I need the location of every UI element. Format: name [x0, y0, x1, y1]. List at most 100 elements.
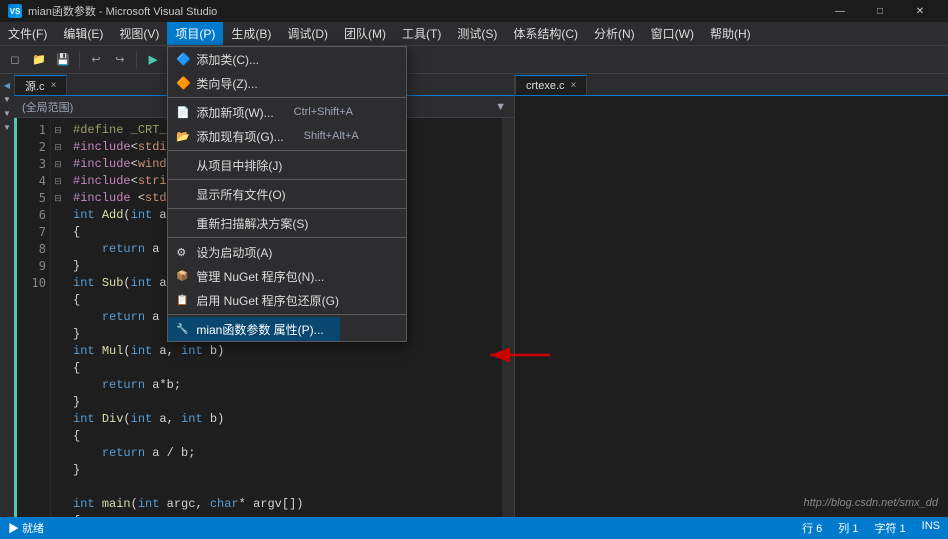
- toolbar-save[interactable]: 💾: [52, 49, 74, 71]
- menu-restore-nuget[interactable]: 📋 启用 NuGet 程序包还原(G): [168, 288, 355, 312]
- menu-view[interactable]: 视图(V): [111, 22, 167, 45]
- add-new-label: 添加新项(W)...: [196, 104, 273, 121]
- toolbar-new[interactable]: ◻: [4, 49, 26, 71]
- add-new-shortcut: Ctrl+Shift+A: [294, 106, 353, 118]
- menu-exclude[interactable]: 从项目中排除(J): [168, 153, 406, 177]
- menu-show-files[interactable]: 显示所有文件(O): [168, 182, 406, 206]
- collapse-div[interactable]: ⊟: [51, 173, 65, 190]
- collapse-sub[interactable]: ⊟: [51, 139, 65, 156]
- menu-manage-nuget[interactable]: 📦 管理 NuGet 程序包(N)...: [168, 264, 340, 288]
- sep5: [168, 237, 406, 238]
- add-class-label: 添加类(C)...: [196, 51, 259, 68]
- status-ready: ▶ 就绪: [8, 520, 44, 536]
- show-files-label: 显示所有文件(O): [196, 186, 285, 203]
- maximize-btn[interactable]: □: [860, 0, 900, 22]
- status-char: 字符 1: [874, 520, 905, 536]
- properties-icon: 🔧: [176, 324, 188, 335]
- tab-source-c[interactable]: 源.c ×: [14, 75, 67, 95]
- tab-source-close[interactable]: ×: [51, 80, 57, 91]
- sidebar-icon-3[interactable]: ▼: [0, 106, 14, 120]
- code-line-15: {: [73, 360, 494, 377]
- code-line-19: {: [73, 428, 494, 445]
- menu-window[interactable]: 窗口(W): [643, 22, 702, 45]
- tab-crtexe[interactable]: crtexe.c ×: [515, 75, 587, 95]
- code-line-14: int Mul(int a, int b): [73, 343, 494, 360]
- sep4: [168, 208, 406, 209]
- menu-edit[interactable]: 编辑(E): [55, 22, 111, 45]
- menu-add-existing[interactable]: 📂 添加现有项(G)... Shift+Alt+A: [168, 124, 374, 148]
- nuget-icon: 📦: [176, 271, 188, 282]
- code-line-18: int Div(int a, int b): [73, 411, 494, 428]
- close-btn[interactable]: ✕: [900, 0, 940, 22]
- sep-t2: [136, 51, 137, 69]
- menu-add-class[interactable]: 🔷 添加类(C)...: [168, 47, 295, 71]
- left-sidebar: ◀ ▼ ▼ ▼: [0, 74, 14, 517]
- menu-team[interactable]: 团队(M): [336, 22, 394, 45]
- sep6: [168, 314, 406, 315]
- menu-file[interactable]: 文件(F): [0, 22, 55, 45]
- status-right: 行 6 列 1 字符 1 INS: [802, 520, 940, 536]
- tab-source-label: 源.c: [25, 78, 45, 94]
- rescan-label: 重新扫描解决方案(S): [196, 215, 308, 232]
- add-existing-label: 添加现有项(G)...: [196, 128, 283, 145]
- tab-crtexe-close[interactable]: ×: [571, 80, 577, 91]
- collapse-markers: ⊟ ⊟ ⊟ ⊟: [51, 118, 65, 517]
- title-bar: VS mian函数参数 - Microsoft Visual Studio — …: [0, 0, 948, 22]
- collapse-main[interactable]: ⊟: [51, 190, 65, 207]
- class-wizard-icon: 🔶: [176, 76, 191, 90]
- screen: VS mian函数参数 - Microsoft Visual Studio — …: [0, 0, 948, 539]
- status-col: 列 1: [838, 520, 858, 536]
- toolbar-start[interactable]: ▶: [142, 49, 164, 71]
- menu-analyze[interactable]: 分析(N): [586, 22, 643, 45]
- menu-debug[interactable]: 调试(D): [279, 22, 336, 45]
- status-line: 行 6: [802, 520, 822, 536]
- class-wizard-label: 类向导(Z)...: [196, 75, 257, 92]
- toolbar-redo[interactable]: ↪: [109, 49, 131, 71]
- right-panel: crtexe.c ×: [514, 74, 948, 517]
- toolbar-row1: ◻ 📁 💾 ↩ ↪ ▶ ⏸ ■ ↷ ↘ 代码图 🔍 ≡ ⋯: [0, 46, 948, 74]
- menu-class-wizard[interactable]: 🔶 类向导(Z)...: [168, 71, 273, 95]
- set-startup-label: 设为启动项(A): [196, 244, 272, 261]
- menu-project[interactable]: 项目(P) 🔷 添加类(C)... 🔶 类向导(Z)...: [167, 22, 223, 45]
- code-line-22: [73, 479, 494, 496]
- toolbar-open[interactable]: 📁: [28, 49, 50, 71]
- exclude-label: 从项目中排除(J): [196, 157, 282, 174]
- sep3: [168, 179, 406, 180]
- project-dropdown: 🔷 添加类(C)... 🔶 类向导(Z)... 📄 添加新项(W: [167, 46, 407, 342]
- add-existing-shortcut: Shift+Alt+A: [304, 130, 359, 142]
- restore-nuget-label: 启用 NuGet 程序包还原(G): [196, 292, 339, 309]
- code-line-16: return a*b;: [73, 377, 494, 394]
- sidebar-icon-2[interactable]: ▼: [0, 92, 14, 106]
- toolbar-undo[interactable]: ↩: [85, 49, 107, 71]
- menu-build[interactable]: 生成(B): [223, 22, 279, 45]
- status-ins: INS: [922, 520, 940, 536]
- sidebar-icon-4[interactable]: ▼: [0, 120, 14, 134]
- menu-tools[interactable]: 工具(T): [394, 22, 449, 45]
- right-panel-tabs: crtexe.c ×: [515, 74, 948, 96]
- properties-label: mian函数参数 属性(P)...: [196, 321, 323, 338]
- status-bar: ▶ 就绪 行 6 列 1 字符 1 INS: [0, 517, 948, 539]
- menu-add-new-item[interactable]: 📄 添加新项(W)... Ctrl+Shift+A: [168, 100, 369, 124]
- code-line-20: return a / b;: [73, 445, 494, 462]
- menu-help[interactable]: 帮助(H): [702, 22, 759, 45]
- vertical-scrollbar[interactable]: [502, 118, 514, 517]
- manage-nuget-label: 管理 NuGet 程序包(N)...: [196, 268, 324, 285]
- minimize-btn[interactable]: —: [820, 0, 860, 22]
- menu-properties[interactable]: 🔧 mian函数参数 属性(P)...: [168, 317, 339, 341]
- title-controls: — □ ✕: [820, 0, 940, 22]
- collapse-add[interactable]: ⊟: [51, 122, 65, 139]
- sidebar-icon-1[interactable]: ◀: [0, 78, 14, 92]
- menu-test[interactable]: 测试(S): [449, 22, 505, 45]
- window-title: mian函数参数 - Microsoft Visual Studio: [28, 3, 217, 19]
- tab-crtexe-label: crtexe.c: [526, 80, 565, 92]
- right-panel-content[interactable]: [515, 96, 948, 517]
- menu-set-startup[interactable]: ⚙ 设为启动项(A): [168, 240, 288, 264]
- code-line-23: int main(int argc, char* argv[]): [73, 496, 494, 513]
- collapse-mul[interactable]: ⊟: [51, 156, 65, 173]
- code-line-17: }: [73, 394, 494, 411]
- sep2: [168, 150, 406, 151]
- scope-label: (全局范围): [22, 99, 73, 115]
- menu-rescan[interactable]: 重新扫描解决方案(S): [168, 211, 406, 235]
- main-content: ◀ ▼ ▼ ▼ 源.c × (全局范围) ▼: [0, 74, 948, 517]
- menu-arch[interactable]: 体系结构(C): [505, 22, 586, 45]
